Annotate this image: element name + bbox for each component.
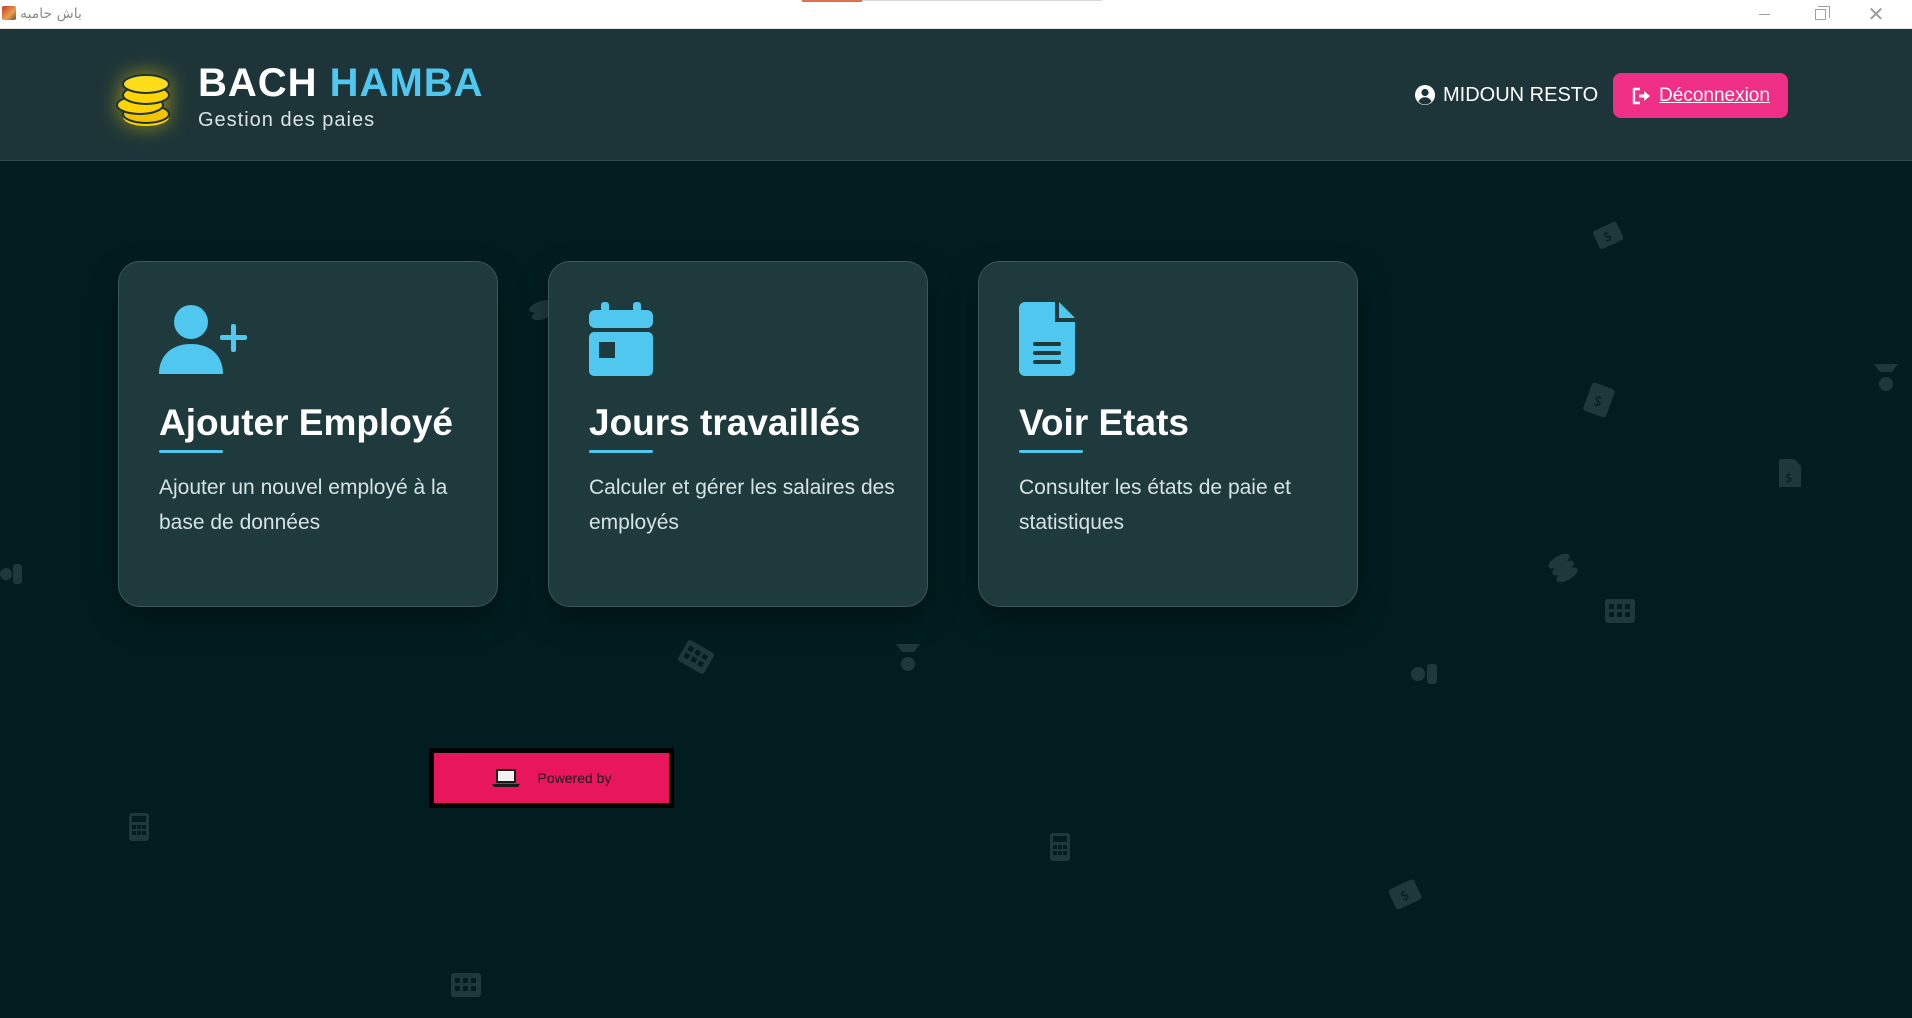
card-title: Voir Etats xyxy=(1019,402,1189,443)
maximize-button[interactable] xyxy=(1792,0,1848,29)
coins-logo-icon xyxy=(116,74,170,126)
logout-button[interactable]: Déconnexion xyxy=(1613,73,1788,118)
close-icon: ✕ xyxy=(1867,4,1885,26)
user-circle-icon xyxy=(1415,85,1435,105)
svg-text:$: $ xyxy=(1785,471,1793,485)
card-title: Jours travaillés xyxy=(589,402,861,443)
user-name: MIDOUN RESTO xyxy=(1443,83,1599,106)
brand-word-2: HAMBA xyxy=(329,61,484,105)
calculator-icon xyxy=(1050,833,1070,861)
brand: BACH HAMBA Gestion des paies xyxy=(198,59,484,132)
scale-icon xyxy=(1874,364,1898,391)
minimize-icon xyxy=(1758,14,1770,15)
brand-subtitle: Gestion des paies xyxy=(198,109,376,131)
brand-title: BACH HAMBA xyxy=(198,59,484,107)
card-description: Consulter les états de paie et statistiq… xyxy=(1019,476,1291,534)
restore-icon xyxy=(1814,6,1830,20)
card-view-reports[interactable]: Voir Etats Consulter les états de paie e… xyxy=(978,261,1358,607)
coins-icon xyxy=(1548,553,1578,583)
title-underline xyxy=(159,450,223,453)
keypad-icon xyxy=(1605,599,1635,623)
card-add-employee[interactable]: Ajouter Employé Ajouter un nouvel employ… xyxy=(118,261,498,607)
hand-coin-icon xyxy=(0,564,22,584)
powered-by-label: Powered by xyxy=(537,770,612,786)
calculator-icon xyxy=(129,813,149,841)
close-window-button[interactable]: ✕ xyxy=(1848,0,1904,29)
window-title: باش حامبه xyxy=(20,6,82,22)
keypad-icon xyxy=(678,640,714,674)
title-underline xyxy=(589,450,653,453)
powered-by-inner: Powered by xyxy=(434,753,669,803)
card-description: Calculer et gérer les salaires des emplo… xyxy=(589,476,895,534)
logout-label: Déconnexion xyxy=(1659,84,1770,106)
user-plus-icon xyxy=(159,305,247,374)
current-user: MIDOUN RESTO xyxy=(1415,83,1598,107)
hand-coin-icon xyxy=(1411,664,1437,684)
app-header: BACH HAMBA Gestion des paies MIDOUN REST… xyxy=(0,29,1912,161)
title-underline xyxy=(1019,450,1083,453)
laptop-icon xyxy=(491,769,520,787)
money-tag-icon: $ xyxy=(1583,382,1615,418)
money-tag-icon: $ xyxy=(1593,221,1624,249)
card-title: Ajouter Employé xyxy=(159,402,453,443)
card-worked-days[interactable]: Jours travaillés Calculer et gérer les s… xyxy=(548,261,928,607)
brand-word-1: BACH xyxy=(198,61,318,105)
document-icon xyxy=(1019,302,1075,376)
scale-icon xyxy=(896,644,920,671)
invoice-icon: $ xyxy=(1779,459,1801,487)
app-icon xyxy=(2,6,16,20)
keypad-icon xyxy=(451,973,481,997)
title-bar-divider xyxy=(862,0,1102,1)
money-tag-icon: $ xyxy=(1388,879,1422,910)
title-bar-accent xyxy=(802,0,862,2)
powered-by-banner[interactable]: Powered by xyxy=(429,748,674,808)
card-description: Ajouter un nouvel employé à la base de d… xyxy=(159,476,448,534)
sign-out-icon xyxy=(1632,87,1651,104)
calendar-icon xyxy=(589,302,653,376)
window-title-bar: باش حامبه ✕ xyxy=(0,0,1912,29)
minimize-button[interactable] xyxy=(1736,0,1792,29)
